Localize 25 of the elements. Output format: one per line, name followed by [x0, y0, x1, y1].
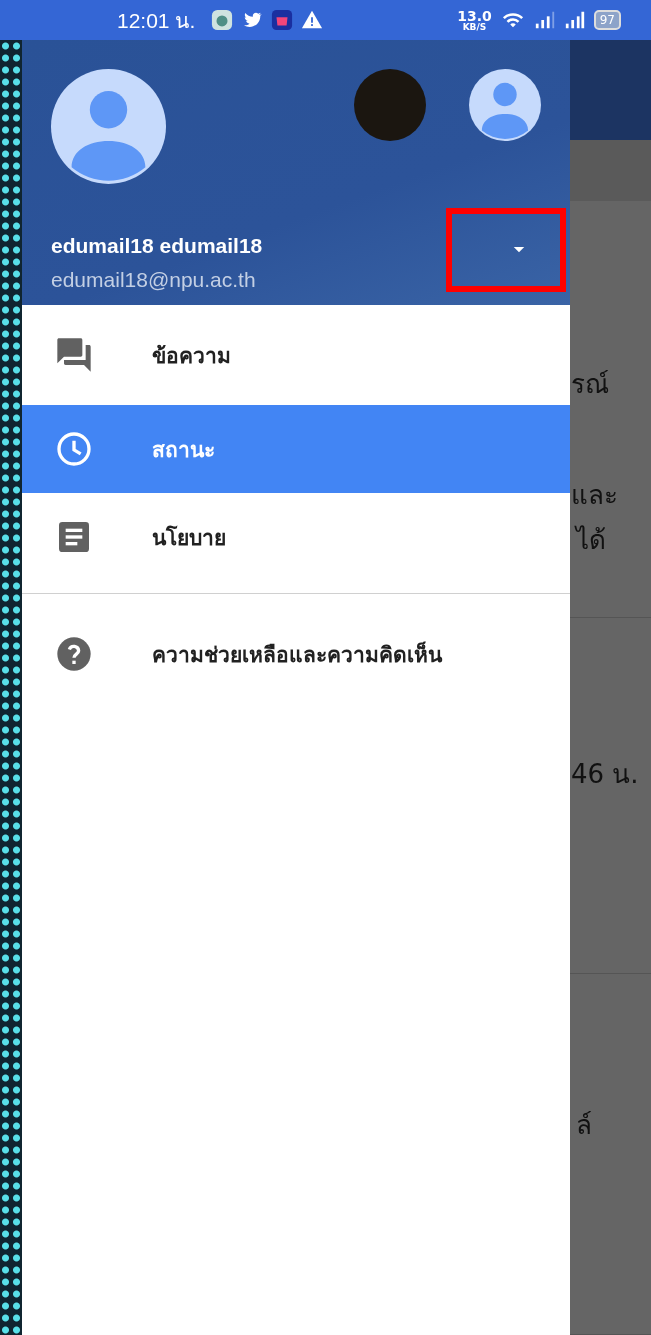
- speed-unit: KB/S: [462, 22, 487, 32]
- menu-item[interactable]: นโยบาย: [22, 493, 570, 581]
- partial-text: ได้: [576, 524, 607, 557]
- account-email: edumail18@npu.ac.th: [51, 268, 257, 292]
- help-icon: [54, 634, 94, 674]
- avatar-icon: [51, 69, 166, 184]
- partial-text: และ: [571, 479, 619, 512]
- warning-icon: [301, 9, 324, 31]
- clock-time: 12:01 น.: [117, 7, 196, 34]
- menu-item[interactable]: สถานะ: [22, 405, 570, 493]
- menu-item[interactable]: ความช่วยเหลือและความคิดเห็น: [22, 594, 570, 714]
- account-dropdown-button[interactable]: [446, 208, 566, 292]
- account-name: edumail18 edumail18: [51, 234, 263, 258]
- signal-icon: [563, 9, 586, 31]
- partial-text: รณ์: [571, 368, 610, 401]
- shopping-bag-icon: [271, 9, 294, 31]
- signal-icon: [533, 9, 556, 31]
- app-icon: [211, 9, 234, 31]
- network-speed: 13.0: [457, 8, 492, 23]
- battery-level: 97: [599, 13, 615, 27]
- clock-icon: [54, 429, 94, 469]
- menu-item[interactable]: ข้อความ: [22, 305, 570, 405]
- partial-text: ล์: [576, 1109, 593, 1142]
- avatar-icon: [469, 69, 541, 141]
- partial-text: 46 น.: [571, 758, 640, 791]
